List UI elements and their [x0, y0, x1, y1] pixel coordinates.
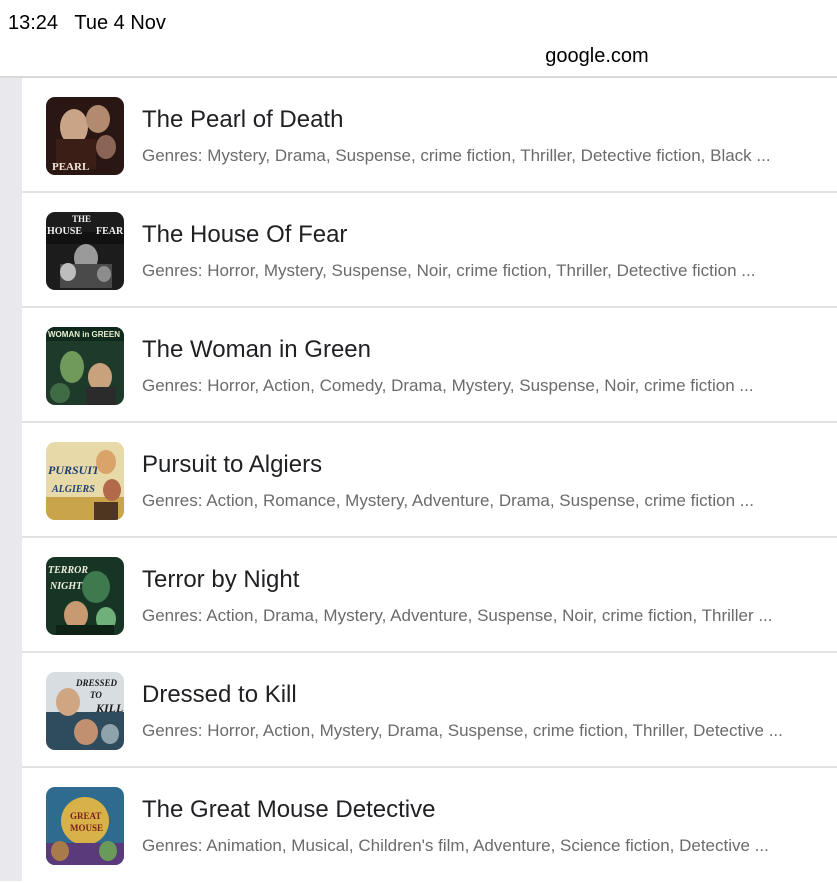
result-item[interactable]: PURSUIT ALGIERS Pursuit to Algiers Genre… — [22, 423, 837, 538]
svg-text:MOUSE: MOUSE — [70, 823, 103, 833]
poster-image: THE HOUSE FEAR — [46, 212, 124, 290]
status-clock: 13:24 Tue 4 Nov — [8, 12, 166, 35]
result-genres: Genres: Horror, Action, Mystery, Drama, … — [142, 721, 783, 740]
result-item[interactable]: TERROR NIGHT Terror by Night Genres: Act… — [22, 538, 837, 653]
status-time: 13:24 — [8, 12, 59, 34]
result-title[interactable]: Dressed to Kill — [142, 681, 297, 709]
svg-text:TO: TO — [90, 690, 102, 700]
movie-poster-thumbnail[interactable]: GREAT MOUSE — [46, 787, 124, 865]
address-bar-inner: google.com — [0, 40, 837, 76]
svg-text:TERROR: TERROR — [48, 565, 88, 576]
status-bar: 13:24 Tue 4 Nov — [0, 0, 837, 40]
svg-text:THE: THE — [72, 214, 91, 224]
movie-poster-thumbnail[interactable]: PEARL — [46, 97, 124, 175]
poster-image: GREAT MOUSE — [46, 787, 124, 865]
left-gutter — [0, 78, 22, 881]
status-date: Tue 4 Nov — [74, 12, 166, 34]
result-title[interactable]: The Woman in Green — [142, 336, 371, 364]
svg-text:PURSUIT: PURSUIT — [48, 463, 100, 477]
poster-image: PEARL — [46, 97, 124, 175]
result-title[interactable]: Terror by Night — [142, 566, 299, 594]
svg-text:HOUSE: HOUSE — [47, 226, 82, 237]
address-bar[interactable]: google.com — [0, 40, 837, 76]
result-item[interactable]: GREAT MOUSE The Great Mouse Detective Ge… — [22, 768, 837, 883]
result-genres: Genres: Mystery, Drama, Suspense, crime … — [142, 146, 771, 165]
result-title[interactable]: Pursuit to Algiers — [142, 451, 322, 479]
url-domain[interactable]: google.com — [0, 45, 837, 68]
result-item[interactable]: THE HOUSE FEAR The House Of Fear Genres:… — [22, 193, 837, 308]
result-genres: Genres: Action, Romance, Mystery, Advent… — [142, 491, 754, 510]
poster-image: TERROR NIGHT — [46, 557, 124, 635]
svg-text:ALGIERS: ALGIERS — [51, 484, 95, 495]
movie-poster-thumbnail[interactable]: WOMAN in GREEN — [46, 327, 124, 405]
svg-text:NIGHT: NIGHT — [49, 581, 83, 592]
result-title[interactable]: The House Of Fear — [142, 221, 347, 249]
movie-poster-thumbnail[interactable]: TERROR NIGHT — [46, 557, 124, 635]
result-genres: Genres: Action, Drama, Mystery, Adventur… — [142, 606, 773, 625]
svg-text:PEARL: PEARL — [52, 161, 89, 173]
svg-text:GREAT: GREAT — [70, 811, 101, 821]
result-genres: Genres: Horror, Mystery, Suspense, Noir,… — [142, 261, 756, 280]
result-item[interactable]: WOMAN in GREEN The Woman in Green Genres… — [22, 308, 837, 423]
svg-text:KILL: KILL — [95, 701, 123, 715]
svg-text:WOMAN in GREEN: WOMAN in GREEN — [48, 330, 120, 339]
movie-poster-thumbnail[interactable]: THE HOUSE FEAR — [46, 212, 124, 290]
svg-text:DRESSED: DRESSED — [75, 678, 118, 688]
result-genres: Genres: Animation, Musical, Children's f… — [142, 836, 769, 855]
results-list: PEARL The Pearl of Death Genres: Mystery… — [22, 78, 837, 881]
poster-image: PURSUIT ALGIERS — [46, 442, 124, 520]
poster-image: WOMAN in GREEN — [46, 327, 124, 405]
svg-text:FEAR: FEAR — [96, 226, 124, 237]
result-genres: Genres: Horror, Action, Comedy, Drama, M… — [142, 376, 754, 395]
movie-poster-thumbnail[interactable]: DRESSED TO KILL — [46, 672, 124, 750]
result-title[interactable]: The Great Mouse Detective — [142, 796, 435, 824]
result-item[interactable]: PEARL The Pearl of Death Genres: Mystery… — [22, 78, 837, 193]
poster-image: DRESSED TO KILL — [46, 672, 124, 750]
result-item[interactable]: DRESSED TO KILL Dressed to Kill Genres: … — [22, 653, 837, 768]
result-title[interactable]: The Pearl of Death — [142, 106, 343, 134]
movie-poster-thumbnail[interactable]: PURSUIT ALGIERS — [46, 442, 124, 520]
